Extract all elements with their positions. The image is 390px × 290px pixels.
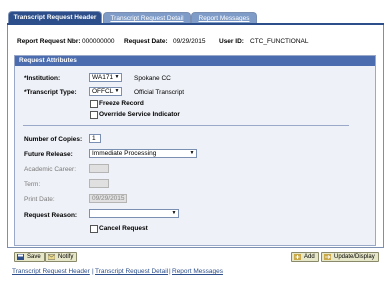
- notify-button[interactable]: Notify: [45, 252, 78, 262]
- request-date-label: Request Date:: [124, 38, 168, 45]
- footer-link-transcript-request-detail[interactable]: Transcript Request Detail: [95, 268, 168, 275]
- save-icon: [17, 254, 24, 260]
- print-date-input: 09/29/2015: [89, 194, 127, 203]
- transcript-type-label: *Transcript Type:: [24, 89, 77, 96]
- add-button[interactable]: Add: [291, 252, 319, 262]
- freeze-record-checkbox[interactable]: [90, 100, 98, 108]
- institution-label: *Institution:: [24, 75, 61, 82]
- future-release-select[interactable]: Immediate Processing ▼: [89, 149, 197, 158]
- override-service-indicator-checkbox[interactable]: [90, 111, 98, 119]
- user-id-label: User ID:: [219, 38, 244, 45]
- request-attributes-title: Request Attributes: [15, 56, 375, 66]
- chevron-down-icon: ▼: [114, 74, 120, 80]
- override-service-indicator-label: Override Service Indicator: [99, 111, 180, 118]
- report-request-nbr-value: 000000000: [82, 38, 115, 45]
- request-date-value: 09/29/2015: [173, 38, 206, 45]
- future-release-label: Future Release:: [24, 151, 73, 158]
- footer-separator: |: [169, 268, 171, 275]
- report-request-nbr-label: Report Request Nbr:: [17, 38, 81, 45]
- chevron-down-icon: ▼: [171, 210, 177, 216]
- number-of-copies-input[interactable]: 1: [89, 134, 101, 143]
- request-reason-select[interactable]: ▼: [89, 209, 179, 218]
- update-display-button[interactable]: Update/Display: [321, 252, 379, 262]
- update-display-icon: [324, 254, 331, 260]
- academic-career-input: [89, 164, 109, 173]
- request-reason-label: Request Reason:: [24, 212, 78, 219]
- freeze-record-label: Freeze Record: [99, 100, 144, 107]
- cancel-request-checkbox[interactable]: [90, 225, 98, 233]
- term-label: Term:: [24, 181, 41, 188]
- footer-link-transcript-request-header[interactable]: Transcript Request Header: [12, 268, 90, 275]
- footer-separator: |: [92, 268, 94, 275]
- save-button[interactable]: Save: [14, 252, 45, 262]
- transcript-type-description: Official Transcript: [134, 89, 185, 96]
- footer-link-report-messages[interactable]: Report Messages: [172, 268, 223, 275]
- chevron-down-icon: ▼: [114, 88, 120, 94]
- print-date-label: Print Date:: [24, 196, 55, 203]
- number-of-copies-label: Number of Copies:: [24, 136, 83, 143]
- institution-select[interactable]: WA171 ▼: [89, 73, 122, 82]
- term-input: [89, 179, 109, 188]
- chevron-down-icon: ▼: [189, 150, 195, 156]
- academic-career-label: Academic Career:: [24, 166, 77, 173]
- section-divider: [23, 125, 349, 126]
- cancel-request-label: Cancel Request: [99, 225, 148, 232]
- add-icon: [294, 254, 301, 260]
- institution-description: Spokane CC: [134, 75, 171, 82]
- user-id-value: CTC_FUNCTIONAL: [250, 38, 309, 45]
- transcript-type-select[interactable]: OFFCL ▼: [89, 87, 122, 96]
- notify-icon: [48, 254, 55, 260]
